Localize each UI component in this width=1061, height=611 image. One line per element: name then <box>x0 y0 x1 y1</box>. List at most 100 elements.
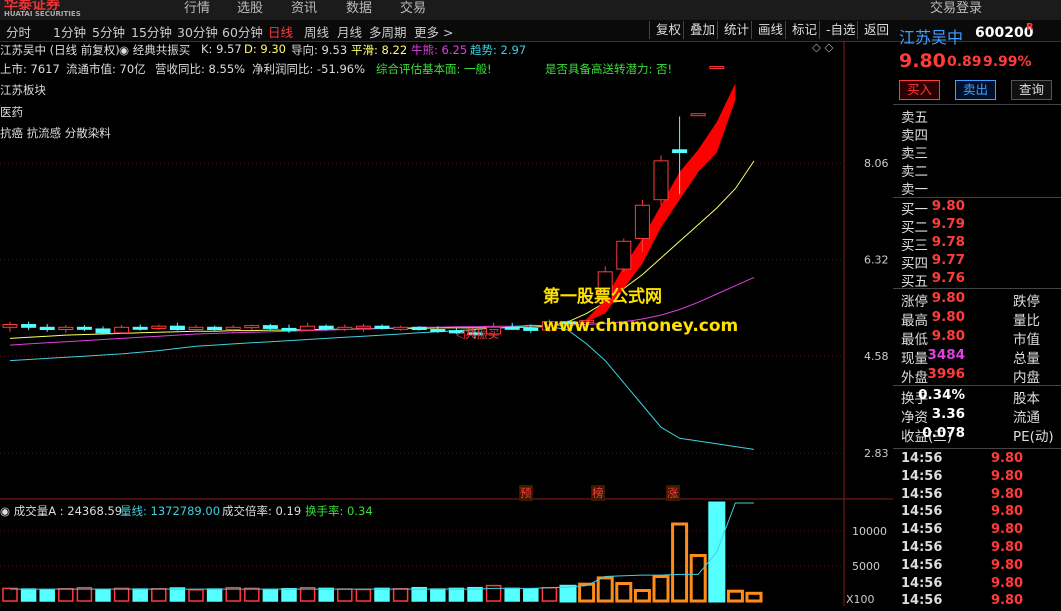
trend-value: 趋势: 2.97 <box>470 43 527 57</box>
add-watchlist-button[interactable]: -自选 <box>819 21 862 39</box>
stat2-row-2-value: 0.078 <box>922 425 965 441</box>
sell-level-4[interactable]: 卖四 <box>901 124 1051 144</box>
price-tick-label: 8.06 <box>864 157 889 170</box>
buy-level-2-label: 买二 <box>901 220 928 236</box>
candle-body <box>188 326 204 331</box>
volume-title: ◉ 成交量A : 24368.59 <box>0 504 123 518</box>
chart-title: 江苏吴中 (日线 前复权) <box>0 43 120 57</box>
query-button[interactable]: 查询 <box>1011 80 1053 100</box>
sell-level-2[interactable]: 卖二 <box>901 160 1051 180</box>
stat-row-4[interactable]: 外盘 3996 内盘 <box>901 366 1051 386</box>
collapse-diamond-icon[interactable]: ◇ ◇ <box>812 40 833 54</box>
mark-bang[interactable]: 榜 <box>591 485 605 501</box>
stat2-row-1-label: 净资 <box>901 410 928 426</box>
volume-bar <box>374 587 390 602</box>
sell-level-5-label: 卖五 <box>901 110 928 126</box>
back-button[interactable]: 返回 <box>857 21 895 39</box>
tick-row: 14:56 9.80 <box>901 487 1051 505</box>
period-weekly[interactable]: 周线 <box>304 22 329 41</box>
volume-bar <box>430 588 446 602</box>
volume-bar <box>633 589 651 603</box>
candle-body <box>244 325 260 329</box>
signal-text: 共振买 <box>464 327 500 341</box>
stat-row-1[interactable]: 最高 9.80 量比 <box>901 309 1051 329</box>
volume-bar <box>689 554 707 603</box>
volume-bar <box>299 586 316 602</box>
tick-time: 14:56 <box>901 557 943 573</box>
period-30min[interactable]: 30分钟 <box>177 22 218 41</box>
formula-name[interactable]: ◉ 经典共振买 <box>119 42 190 58</box>
divider <box>893 385 1061 386</box>
sell-level-5[interactable]: 卖五 <box>901 106 1051 126</box>
volume-ratio: 成交倍率: 0.19 <box>222 504 302 518</box>
mark-yu[interactable]: 预 <box>519 485 533 501</box>
nav-xuangu[interactable]: 选股 <box>237 0 263 16</box>
buy-level-3[interactable]: 买三 9.78 <box>901 234 1051 254</box>
fuquan-button[interactable]: 复权 <box>649 21 687 39</box>
volume-bar <box>392 588 409 602</box>
divider <box>893 448 1061 449</box>
stat-row-3[interactable]: 现量 3484 总量 <box>901 347 1051 367</box>
stat-row-1-label: 最高 <box>901 313 928 329</box>
candle-body <box>169 325 185 331</box>
volume-bar <box>745 591 763 603</box>
kline-chart[interactable]: 8.06 6.32 4.58 2.83 10000 5000 <box>0 41 893 606</box>
overlay-button[interactable]: 叠加 <box>683 21 721 39</box>
buy-level-4[interactable]: 买四 9.77 <box>901 252 1051 272</box>
nav-shuju[interactable]: 数据 <box>346 0 372 16</box>
concept-themes: 抗癌 抗流感 分散染料 <box>0 126 111 140</box>
volume-bar <box>20 588 37 602</box>
period-daily[interactable]: 日线 <box>268 22 293 41</box>
stats-button[interactable]: 统计 <box>717 21 755 39</box>
volume-bar <box>318 587 334 602</box>
sell-level-1[interactable]: 卖一 <box>901 178 1051 198</box>
nav-zixun[interactable]: 资讯 <box>291 0 317 16</box>
mark-button[interactable]: 标记 <box>785 21 823 39</box>
period-5min[interactable]: 5分钟 <box>92 22 125 41</box>
tick-row: 14:56 9.80 <box>901 540 1051 558</box>
period-60min[interactable]: 60分钟 <box>222 22 263 41</box>
nav-jiaoyi[interactable]: 交易 <box>400 0 426 16</box>
buy-level-2[interactable]: 买二 9.79 <box>901 216 1051 236</box>
watermark-url: www.chnmoney.com <box>543 316 739 336</box>
tick-price: 9.80 <box>991 486 1024 502</box>
stat2-row-1[interactable]: 净资 3.36 流通 <box>901 406 1051 426</box>
period-monthly[interactable]: 月线 <box>337 22 362 41</box>
sell-level-3[interactable]: 卖三 <box>901 142 1051 162</box>
price-change: 0.89 <box>947 54 982 70</box>
tick-row: 14:56 9.80 <box>901 522 1051 540</box>
sell-button[interactable]: 卖出 <box>955 80 997 100</box>
tick-time: 14:56 <box>901 486 943 502</box>
bonus-potential: 是否具备高送转潜力: 否! <box>545 62 673 76</box>
stat2-row-0[interactable]: 换手 0.34% 股本 <box>901 387 1051 407</box>
login-link[interactable]: 交易登录 <box>930 0 982 16</box>
buy-level-1-label: 买一 <box>901 202 928 218</box>
watermark-title: 第一股票公式网 <box>543 287 662 307</box>
period-more[interactable]: 更多 > <box>414 22 453 41</box>
period-1min[interactable]: 1分钟 <box>53 22 86 41</box>
tick-row: 14:56 9.80 <box>901 558 1051 576</box>
mark-zhang[interactable]: 涨 <box>666 485 680 501</box>
candle-body <box>262 325 278 329</box>
volume-bar <box>559 584 577 603</box>
stat-row-4-label: 外盘 <box>901 370 928 386</box>
turnover-rate: 换手率: 0.34 <box>305 504 373 518</box>
stat-row-2[interactable]: 最低 9.80 市值 <box>901 328 1051 348</box>
period-multi[interactable]: 多周期 <box>369 22 407 41</box>
period-fenshi[interactable]: 分时 <box>6 22 31 41</box>
profit-yoy: 净利润同比: -51.96% <box>252 62 366 76</box>
stat-row-0[interactable]: 涨停 9.80 跌停 <box>901 290 1051 310</box>
volume-bar <box>337 588 353 602</box>
buy-level-5[interactable]: 买五 9.76 <box>901 270 1051 290</box>
period-15min[interactable]: 15分钟 <box>131 22 172 41</box>
tick-price: 9.80 <box>991 451 1024 466</box>
draw-line-button[interactable]: 画线 <box>751 21 789 39</box>
buy-button[interactable]: 买入 <box>899 80 941 100</box>
tick-price: 9.80 <box>991 557 1024 573</box>
guide-value: 导向: 9.53 <box>291 43 348 57</box>
stat2-row-2[interactable]: 收益(三) 0.078 PE(动) <box>901 425 1054 445</box>
nav-hangqing[interactable]: 行情 <box>184 0 210 16</box>
buy-level-1[interactable]: 买一 9.80 <box>901 198 1051 218</box>
buy-level-3-value: 9.78 <box>931 234 965 250</box>
stat-row-4-value: 3996 <box>927 366 965 382</box>
